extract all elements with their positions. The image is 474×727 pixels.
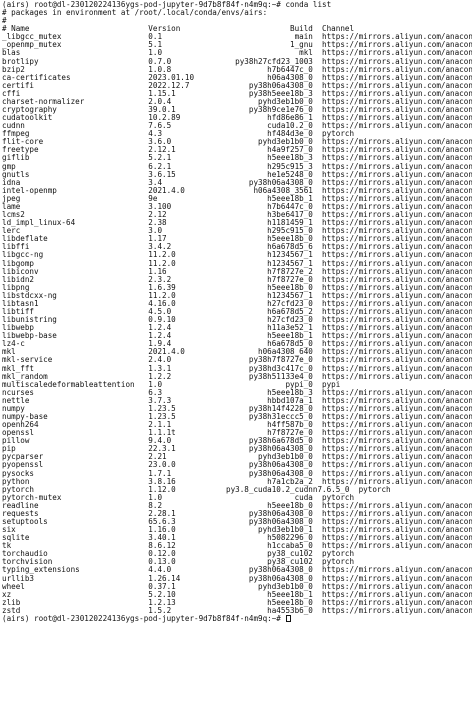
package-row: libidn2 2.3.2 h7f8727e_0 https://mirrors… (2, 275, 472, 284)
package-row: lerc 3.0 h295c915_0 https://mirrors.aliy… (2, 227, 472, 236)
package-row: typing_extensions 4.4.0 py38h06a4308_0 h… (2, 566, 472, 575)
package-row: bzip2 1.0.8 h7b6447c_0 https://mirrors.a… (2, 65, 472, 74)
comment-separator: # (2, 17, 7, 26)
package-row: pip 22.3.1 py38h06a4308_0 https://mirror… (2, 445, 472, 454)
package-row: pycparser 2.21 pyhd3eb1b0_0 https://mirr… (2, 453, 472, 462)
package-row: giflib 5.2.1 h5eee18b_3 https://mirrors.… (2, 154, 472, 163)
package-row: pillow 9.4.0 py38h6a678d5_0 https://mirr… (2, 437, 472, 446)
package-row: xz 5.2.10 h5eee18b_1 https://mirrors.ali… (2, 590, 472, 599)
package-row: setuptools 65.6.3 py38h06a4308_0 https:/… (2, 518, 472, 526)
package-row: numpy 1.23.5 py38h14f4228_0 https://mirr… (2, 404, 472, 413)
package-row: cudnn 7.6.5 cuda10.2_0 https://mirrors.a… (2, 122, 472, 131)
package-row: pyopenssl 23.0.0 py38h06a4308_0 https://… (2, 461, 472, 470)
package-row: certifi 2022.12.7 py38h06a4308_0 https:/… (2, 81, 472, 90)
package-row: freetype 2.12.1 h4a9f257_0 https://mirro… (2, 146, 472, 155)
package-row: readline 8.2 h5eee18b_0 https://mirrors.… (2, 501, 472, 510)
package-row: requests 2.28.1 py38h06a4308_0 https://m… (2, 509, 472, 518)
package-row: urllib3 1.26.14 py38h06a4308_0 https://m… (2, 574, 472, 583)
package-row: _libgcc_mutex 0.1 main https://mirrors.a… (2, 33, 472, 42)
final-prompt-text: (airs) root@dl-230120224136ygs-pod-jupyt… (2, 614, 286, 623)
package-row: torchvision 0.13.0 py38_cu102 pytorch (2, 558, 355, 567)
package-row: cudatoolkit 10.2.89 hfd86e86_1 https://m… (2, 114, 472, 123)
package-row: libwebp 1.2.4 h11a3e52_1 https://mirrors… (2, 324, 472, 333)
package-row: charset-normalizer 2.0.4 pyhd3eb1b0_0 ht… (2, 97, 472, 106)
package-row: cffi 1.15.1 py38h5eee18b_3 https://mirro… (2, 89, 472, 98)
package-row: libgomp 11.2.0 h1234567_1 https://mirror… (2, 259, 472, 268)
package-row: libiconv 1.16 h7f8727e_2 https://mirrors… (2, 267, 472, 276)
package-row: pytorch-mutex 1.0 cuda pytorch (2, 493, 355, 502)
package-row: openh264 2.1.1 h4ff587b_0 https://mirror… (2, 421, 472, 430)
package-row: jpeg 9e h5eee18b_1 https://mirrors.aliyu… (2, 194, 472, 203)
package-row: ca-certificates 2023.01.10 h06a4308_0 ht… (2, 73, 472, 82)
package-row: ffmpeg 4.3 hf484d3e_0 pytorch (2, 130, 355, 139)
package-row: six 1.16.0 pyhd3eb1b0_1 https://mirrors.… (2, 526, 472, 535)
package-row: libpng 1.6.39 h5eee18b_0 https://mirrors… (2, 283, 472, 292)
package-row: brotlipy 0.7.0 py38h27cfd23_1003 https:/… (2, 57, 472, 66)
package-row: sqlite 3.40.1 h5082296_0 https://mirrors… (2, 534, 472, 543)
package-row: mkl 2021.4.0 h06a4308_640 https://mirror… (2, 348, 472, 357)
package-row: libdeflate 1.17 h5eee18b_0 https://mirro… (2, 235, 472, 244)
package-row: libwebp-base 1.2.4 h5eee18b_1 https://mi… (2, 332, 472, 341)
package-row: torchaudio 0.12.0 py38_cu102 pytorch (2, 550, 355, 559)
package-row: cryptography 39.0.1 py38h9ce1e76_0 https… (2, 106, 472, 115)
package-row: zstd 1.5.2 ha4553b6_0 https://mirrors.al… (2, 606, 472, 615)
package-row: openssl 1.1.1t h7f8727e_0 https://mirror… (2, 429, 472, 438)
package-row: nettle 3.7.3 hbbd107a_1 https://mirrors.… (2, 396, 472, 405)
package-row: flit-core 3.6.0 pyhd3eb1b0_0 https://mir… (2, 138, 472, 147)
package-row: multiscaledeformableattention 1.0 pypi_0… (2, 380, 341, 389)
package-row: libtasn1 4.16.0 h27cfd23_0 https://mirro… (2, 299, 472, 308)
package-row: libgcc-ng 11.2.0 h1234567_1 https://mirr… (2, 251, 472, 260)
package-row: blas 1.0 mkl https://mirrors.aliyun.com/… (2, 49, 472, 58)
package-row: wheel 0.37.1 pyhd3eb1b0_0 https://mirror… (2, 582, 472, 591)
package-row: idna 3.4 py38h06a4308_0 https://mirrors.… (2, 178, 472, 187)
package-row: lz4-c 1.9.4 h6a678d5_0 https://mirrors.a… (2, 340, 472, 349)
package-row: libffi 3.4.2 h6a678d5_6 https://mirrors.… (2, 243, 472, 252)
package-row: pytorch 1.12.0 py3.8_cuda10.2_cudnn7.6.5… (2, 485, 391, 494)
package-row: gnutls 3.6.15 he1e5248_0 https://mirrors… (2, 170, 472, 179)
package-row: gmp 6.2.1 h295c915_3 https://mirrors.ali… (2, 162, 472, 171)
package-row: libunistring 0.9.10 h27cfd23_0 https://m… (2, 316, 472, 325)
final-prompt-line[interactable]: (airs) root@dl-230120224136ygs-pod-jupyt… (2, 614, 472, 623)
package-row: lcms2 2.12 h3be6417_0 https://mirrors.al… (2, 211, 472, 220)
package-row: ld_impl_linux-64 2.38 h1181459_1 https:/… (2, 219, 472, 228)
column-header-line: # Name Version Build Channel (2, 25, 355, 34)
package-list: _libgcc_mutex 0.1 main https://mirrors.a… (2, 33, 472, 615)
package-row: mkl_fft 1.3.1 py38hd3c417c_0 https://mir… (2, 364, 472, 373)
command-prompt-line: (airs) root@dl-230120224136ygs-pod-jupyt… (2, 1, 332, 9)
package-row: tk 8.6.12 h1ccaba5_0 https://mirrors.ali… (2, 542, 472, 551)
package-row: zlib 1.2.13 h5eee18b_0 https://mirrors.a… (2, 598, 472, 607)
terminal-window[interactable]: (airs) root@dl-230120224136ygs-pod-jupyt… (2, 1, 472, 726)
package-row: pysocks 1.7.1 py38h06a4308_0 https://mir… (2, 469, 472, 478)
package-row: mkl-service 2.4.0 py38h7f8727e_0 https:/… (2, 356, 472, 365)
package-row: intel-openmp 2021.4.0 h06a4308_3561 http… (2, 186, 472, 195)
package-row: numpy-base 1.23.5 py38h31eccc5_0 https:/… (2, 412, 472, 421)
package-row: mkl_random 1.2.2 py38h51133e4_0 https://… (2, 372, 472, 381)
package-row: lame 3.100 h7b6447c_0 https://mirrors.al… (2, 202, 472, 211)
package-row: libstdcxx-ng 11.2.0 h1234567_1 https://m… (2, 291, 472, 300)
package-row: python 3.8.16 h7a1cb2a_2 https://mirrors… (2, 477, 472, 486)
package-row: ncurses 6.3 h5eee18b_3 https://mirrors.a… (2, 388, 472, 397)
package-row: _openmp_mutex 5.1 1_gnu https://mirrors.… (2, 41, 472, 50)
package-row: libtiff 4.5.0 h6a678d5_2 https://mirrors… (2, 307, 472, 316)
text-cursor (286, 614, 292, 622)
environment-path-comment: # packages in environment at /root/.loca… (2, 9, 268, 18)
